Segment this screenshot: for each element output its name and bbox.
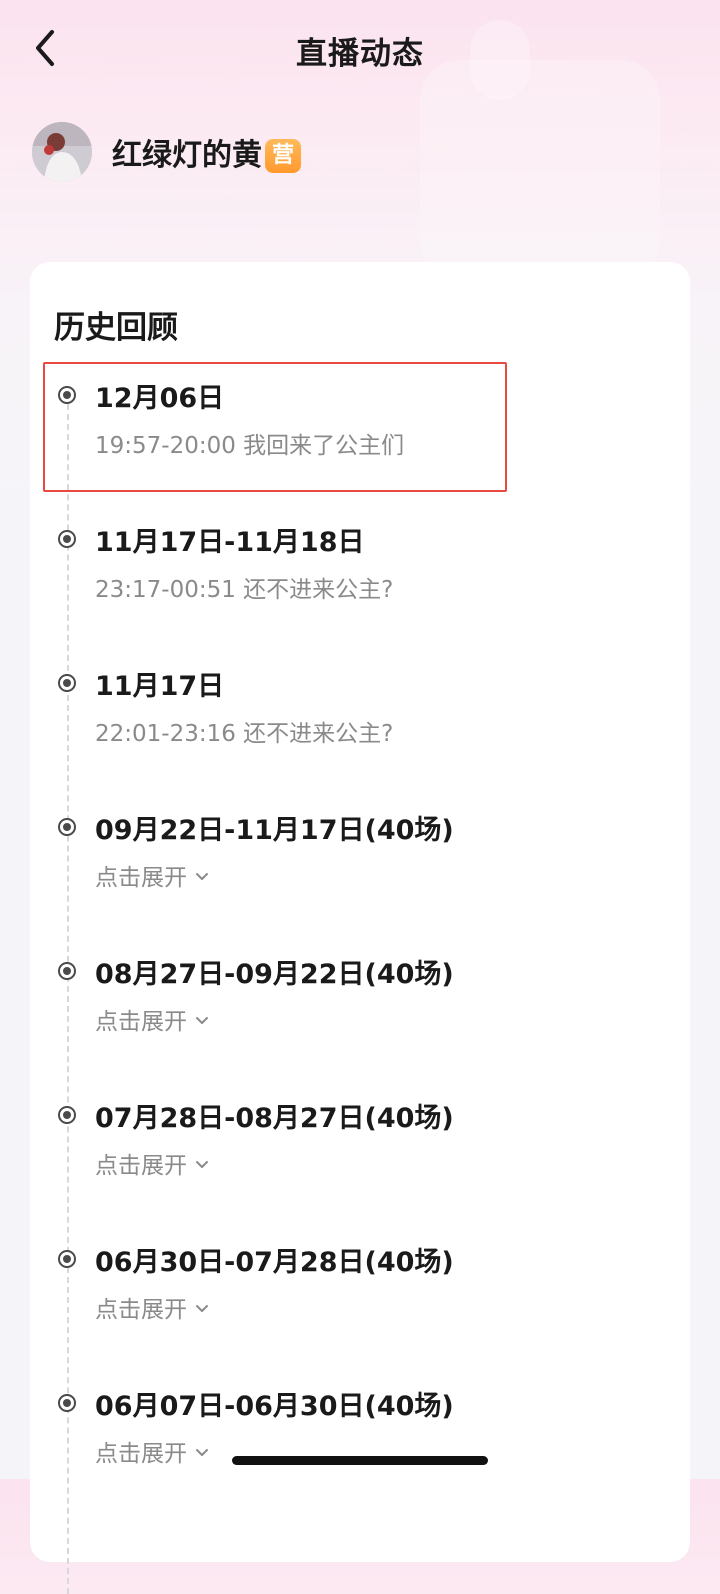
radio-dot-icon xyxy=(58,962,76,980)
badge-icon: 营 xyxy=(265,139,301,173)
radio-dot-icon xyxy=(58,674,76,692)
radio-dot-icon xyxy=(58,386,76,404)
timeline-item[interactable]: 12月06日 19:57-20:00 我回来了公主们 xyxy=(30,262,690,492)
radio-dot-icon xyxy=(58,530,76,548)
avatar-image xyxy=(32,122,92,182)
timeline-item: 08月27日-09月22日(40场) 点击展开 xyxy=(30,838,690,1035)
user-name-text: 红绿灯的黄 xyxy=(112,138,262,173)
chevron-down-icon xyxy=(196,1449,208,1456)
radio-dot-icon xyxy=(58,1394,76,1412)
timeline-item: 07月28日-08月27日(40场) 点击展开 xyxy=(30,982,690,1179)
avatar[interactable] xyxy=(32,122,92,182)
expand-button[interactable]: 点击展开 xyxy=(95,1434,209,1468)
page-title: 直播动态 xyxy=(296,36,424,72)
user-name: 红绿灯的黄营 xyxy=(112,130,301,174)
timeline-item: 06月07日-06月30日(40场) 点击展开 xyxy=(30,1270,690,1467)
profile-row[interactable]: 红绿灯的黄营 xyxy=(32,120,301,184)
radio-dot-icon xyxy=(58,1106,76,1124)
radio-dot-icon xyxy=(58,1250,76,1268)
navigation-bar: 直播动态 xyxy=(0,0,720,100)
item-date: 06月07日-06月30日(40场) xyxy=(95,1391,454,1422)
timeline-item: 09月22日-11月17日(40场) 点击展开 xyxy=(30,694,690,891)
home-indicator[interactable] xyxy=(232,1456,488,1465)
expand-label: 点击展开 xyxy=(95,1441,187,1467)
timeline-item: 06月30日-07月28日(40场) 点击展开 xyxy=(30,1126,690,1323)
timeline-item[interactable]: 11月17日-11月18日 23:17-00:51 还不进来公主? xyxy=(30,406,690,603)
history-card: 历史回顾 12月06日 19:57-20:00 我回来了公主们 11月17日-1… xyxy=(30,262,690,1594)
radio-dot-icon xyxy=(58,818,76,836)
timeline-item[interactable]: 11月17日 22:01-23:16 还不进来公主? xyxy=(30,550,690,747)
